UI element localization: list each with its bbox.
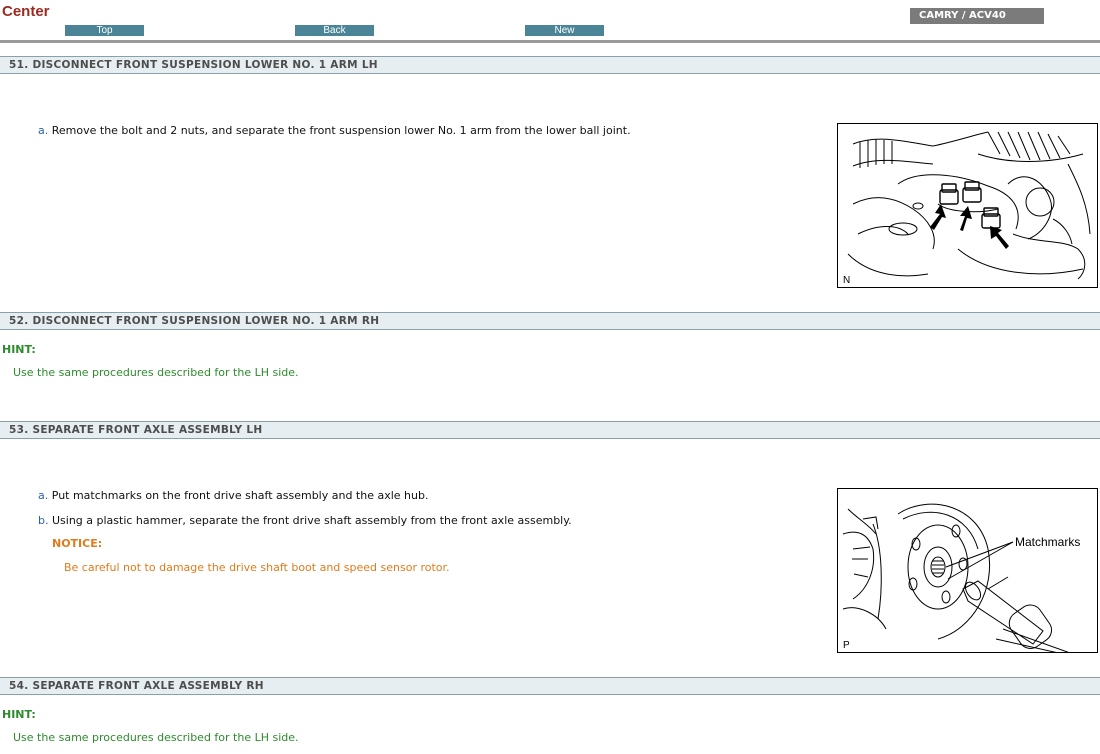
new-button[interactable]: New: [525, 25, 604, 36]
step-54-heading: 54. SEPARATE FRONT AXLE ASSEMBLY RH: [0, 677, 1100, 695]
lower-arm-illustration: N: [837, 123, 1098, 288]
step-51-substep-a: a. Remove the bolt and 2 nuts, and separ…: [38, 124, 631, 137]
hint-label: HINT:: [2, 708, 36, 721]
lower-arm-drawing: [847, 131, 1091, 280]
substep-label: b.: [38, 514, 49, 527]
back-button[interactable]: Back: [295, 25, 374, 36]
substep-text: Remove the bolt and 2 nuts, and separate…: [51, 124, 631, 137]
step-53-substep-b: b. Using a plastic hammer, separate the …: [38, 514, 572, 527]
substep-text: Put matchmarks on the front drive shaft …: [51, 489, 429, 502]
substep-label: a.: [38, 489, 49, 502]
header-divider: [0, 40, 1100, 43]
step-53-heading: 53. SEPARATE FRONT AXLE ASSEMBLY LH: [0, 421, 1100, 439]
page-title: Center: [2, 3, 50, 20]
hint-label: HINT:: [2, 343, 36, 356]
model-badge: CAMRY / ACV40: [910, 8, 1044, 24]
hint-text: Use the same procedures described for th…: [13, 731, 299, 744]
axle-hub-illustration: Matchmarks P: [837, 488, 1098, 653]
figure-code: P: [843, 640, 850, 651]
hint-text: Use the same procedures described for th…: [13, 366, 299, 379]
axle-hub-drawing: Matchmarks: [842, 503, 1080, 652]
step-52-heading: 52. DISCONNECT FRONT SUSPENSION LOWER NO…: [0, 312, 1100, 330]
notice-text: Be careful not to damage the drive shaft…: [64, 561, 450, 574]
step-53-substep-a: a. Put matchmarks on the front drive sha…: [38, 489, 428, 502]
substep-text: Using a plastic hammer, separate the fro…: [51, 514, 572, 527]
matchmarks-callout: Matchmarks: [1015, 535, 1080, 549]
top-button[interactable]: Top: [65, 25, 144, 36]
notice-label: NOTICE:: [52, 537, 103, 550]
step-51-heading: 51. DISCONNECT FRONT SUSPENSION LOWER NO…: [0, 56, 1100, 74]
substep-label: a.: [38, 124, 49, 137]
figure-code: N: [843, 275, 851, 286]
